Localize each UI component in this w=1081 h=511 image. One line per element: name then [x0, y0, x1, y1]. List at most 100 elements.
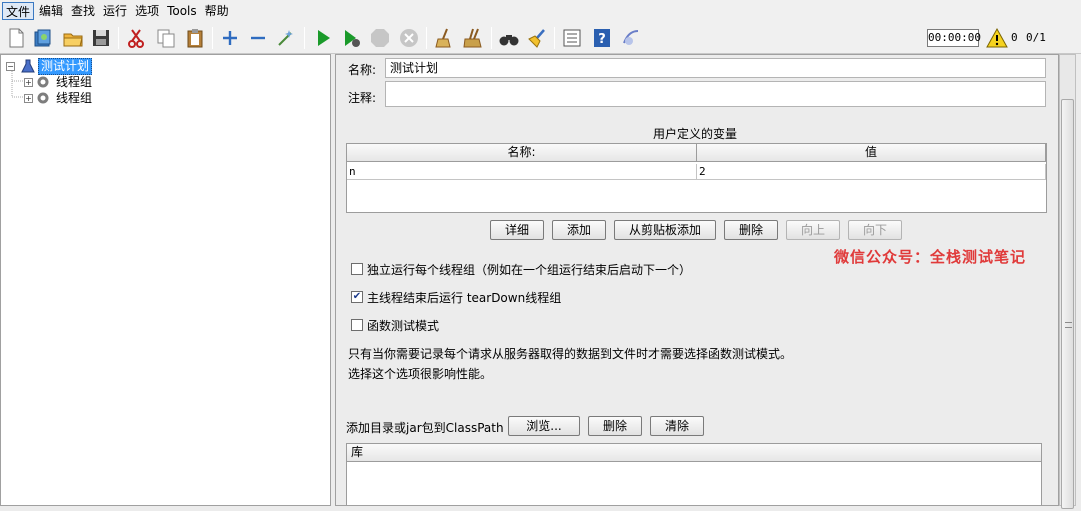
- tree-node-thread-group-2[interactable]: + 线程组: [24, 90, 94, 106]
- classpath-clear-button[interactable]: 清除: [650, 416, 704, 436]
- name-label: 名称:: [348, 63, 377, 77]
- functional-mode-note: 只有当你需要记录每个请求从服务器取得的数据到文件时才需要选择函数测试模式。: [348, 347, 793, 361]
- warning-icon[interactable]: [986, 27, 1008, 49]
- menu-help[interactable]: 帮助: [202, 2, 232, 20]
- new-button[interactable]: [4, 26, 28, 50]
- function-helper-button[interactable]: [560, 26, 584, 50]
- scrollbar-thumb[interactable]: [1061, 99, 1074, 509]
- test-plan-tree[interactable]: − 测试计划 + 线程组 + 线程组: [0, 54, 331, 506]
- binoculars-icon: [499, 35, 519, 46]
- menu-file[interactable]: 文件: [2, 2, 35, 20]
- shutdown-button[interactable]: [397, 26, 421, 50]
- classpath-label: 添加目录或jar包到ClassPath: [346, 421, 504, 435]
- tree-node-label[interactable]: 线程组: [54, 91, 94, 106]
- list-icon: [563, 29, 581, 47]
- watermark-text: 微信公众号：全栈测试笔记: [834, 248, 1027, 266]
- tree-node-root-label[interactable]: 测试计划: [38, 57, 93, 75]
- column-header-library[interactable]: 库: [347, 444, 1041, 462]
- independent-threadgroups-checkbox[interactable]: [351, 263, 363, 275]
- toggle-button[interactable]: [274, 26, 298, 50]
- templates-icon: [34, 29, 51, 47]
- play-no-timers-icon: [345, 30, 360, 47]
- svg-text:?: ?: [598, 32, 606, 47]
- stop-button[interactable]: [368, 26, 392, 50]
- detail-button[interactable]: 详细: [490, 220, 544, 240]
- column-header-name[interactable]: 名称:: [347, 144, 697, 162]
- performance-note: 选择这个选项很影响性能。: [348, 367, 493, 381]
- open-folder-icon: [63, 33, 83, 47]
- help-button[interactable]: ?: [590, 26, 614, 50]
- remote-button[interactable]: [619, 26, 643, 50]
- tree-node-root[interactable]: − 测试计划: [6, 57, 93, 75]
- copy-button[interactable]: [154, 26, 178, 50]
- collapse-toggle[interactable]: −: [6, 61, 15, 71]
- browse-button[interactable]: 浏览...: [508, 416, 580, 436]
- collapse-button[interactable]: [246, 26, 270, 50]
- start-no-pause-button[interactable]: [339, 26, 363, 50]
- expand-button[interactable]: [218, 26, 242, 50]
- menu-options[interactable]: 选项: [132, 2, 162, 20]
- thread-group-gear-icon: [37, 76, 49, 88]
- teardown-label: 主线程结束后运行 tearDown线程组: [367, 291, 562, 305]
- test-plan-flask-icon: [21, 59, 35, 73]
- minus-icon: [251, 36, 265, 40]
- vertical-scrollbar[interactable]: [1059, 54, 1076, 509]
- save-disk-icon: [93, 30, 109, 46]
- classpath-delete-button[interactable]: 删除: [588, 416, 642, 436]
- menu-bar: 文件 编辑 查找 运行 选项 Tools 帮助: [0, 0, 1081, 22]
- toolbar: ? 00:00:00 0 0/1: [0, 22, 1081, 54]
- clear-all-button[interactable]: [461, 26, 485, 50]
- menu-tools[interactable]: Tools: [164, 2, 200, 20]
- table-cell-value[interactable]: 2: [697, 164, 1046, 180]
- stop-icon: [371, 29, 389, 47]
- copy-icon: [157, 29, 175, 48]
- move-down-button[interactable]: 向下: [848, 220, 902, 240]
- tree-node-thread-group-1[interactable]: + 线程组: [24, 74, 94, 90]
- teardown-checkbox[interactable]: ✔: [351, 291, 363, 303]
- scissors-icon: [128, 29, 144, 48]
- reset-broom-icon: [528, 29, 545, 48]
- thread-group-gear-icon: [37, 92, 49, 104]
- reset-search-button[interactable]: [525, 26, 549, 50]
- add-from-clipboard-button[interactable]: 从剪贴板添加: [614, 220, 716, 240]
- paste-clipboard-icon: [187, 29, 203, 48]
- table-cell-name[interactable]: n: [347, 164, 697, 180]
- paste-button[interactable]: [183, 26, 207, 50]
- independent-threadgroups-label: 独立运行每个线程组（例如在一个组运行结束后启动下一个）: [367, 263, 692, 277]
- move-up-button[interactable]: 向上: [786, 220, 840, 240]
- clear-broom-icon: [435, 28, 451, 48]
- variables-table[interactable]: 名称: 值 n 2: [346, 143, 1047, 213]
- name-input[interactable]: 测试计划: [385, 58, 1046, 78]
- search-button[interactable]: [497, 26, 521, 50]
- comment-input[interactable]: [385, 81, 1046, 107]
- menu-edit[interactable]: 编辑: [36, 2, 66, 20]
- clear-button[interactable]: [432, 26, 456, 50]
- plus-icon: [223, 31, 237, 45]
- active-threads: 0/1: [1026, 31, 1046, 44]
- delete-button[interactable]: 删除: [724, 220, 778, 240]
- toggle-wand-icon: [278, 30, 293, 46]
- play-icon: [318, 30, 330, 46]
- add-button[interactable]: 添加: [552, 220, 606, 240]
- column-header-value[interactable]: 值: [697, 144, 1046, 162]
- cut-button[interactable]: [124, 26, 148, 50]
- menu-search[interactable]: 查找: [68, 2, 98, 20]
- new-file-icon: [9, 28, 24, 48]
- save-button[interactable]: [89, 26, 113, 50]
- warning-count: 0: [1011, 31, 1018, 44]
- shutdown-icon: [400, 29, 418, 47]
- expand-toggle[interactable]: +: [24, 93, 33, 103]
- templates-button[interactable]: [31, 26, 55, 50]
- start-button[interactable]: [311, 26, 335, 50]
- comment-label: 注释:: [348, 91, 377, 105]
- remote-start-icon: [623, 30, 639, 45]
- variables-title: 用户定义的变量: [653, 127, 738, 141]
- menu-run[interactable]: 运行: [100, 2, 130, 20]
- clear-all-broom-icon: [463, 28, 482, 48]
- expand-toggle[interactable]: +: [24, 77, 33, 87]
- open-button[interactable]: [61, 26, 85, 50]
- classpath-library-table[interactable]: 库: [346, 443, 1042, 505]
- functional-mode-label: 函数测试模式: [367, 319, 440, 333]
- tree-node-label[interactable]: 线程组: [54, 75, 94, 90]
- functional-mode-checkbox[interactable]: [351, 319, 363, 331]
